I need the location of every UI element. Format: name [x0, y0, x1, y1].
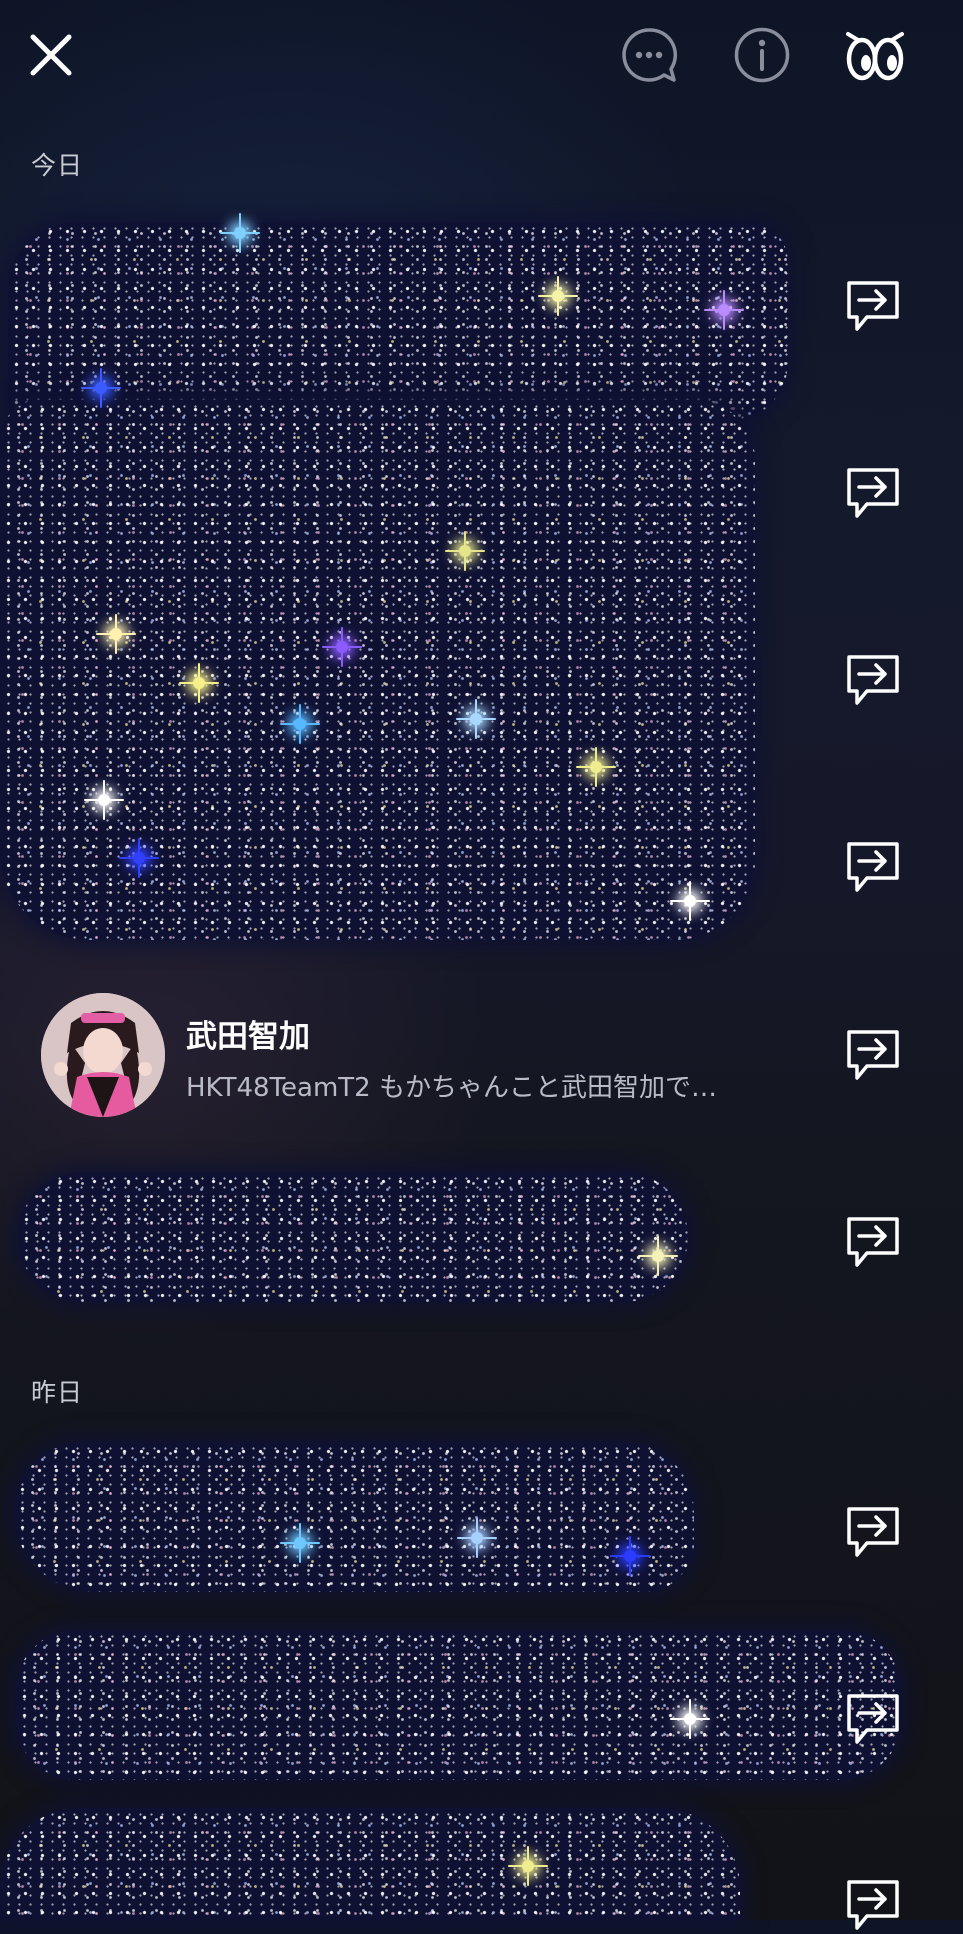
- sparkle-decoration: [543, 281, 573, 311]
- sparkle-decoration: [461, 704, 491, 734]
- sparkle-decoration: [184, 668, 214, 698]
- sparkle-decoration: [581, 752, 611, 782]
- section-label-today: 今日: [31, 151, 84, 180]
- share-forward-icon[interactable]: [845, 840, 901, 896]
- sparkle-decoration: [101, 619, 131, 649]
- sparkle-decoration: [513, 1851, 543, 1881]
- share-forward-icon[interactable]: [845, 466, 901, 522]
- sparkle-decoration: [86, 373, 116, 403]
- chat-bubble-icon[interactable]: [620, 26, 678, 84]
- sparkle-decoration: [124, 843, 154, 873]
- censored-chat-area: [8, 222, 788, 422]
- censored-chat-area: [18, 1172, 688, 1302]
- avatar: [41, 993, 165, 1117]
- sparkle-decoration: [327, 632, 357, 662]
- censored-chat-area: [0, 400, 755, 940]
- sparkle-decoration: [89, 785, 119, 815]
- sparkle-decoration: [675, 1704, 705, 1734]
- chat-name: 武田智加: [186, 1019, 310, 1055]
- censored-chat-area: [0, 1808, 740, 1920]
- share-forward-icon[interactable]: [845, 1028, 901, 1084]
- sparkle-decoration: [615, 1541, 645, 1571]
- top-bar: [0, 0, 963, 110]
- share-forward-icon[interactable]: [845, 1878, 901, 1934]
- sparkle-decoration: [462, 1523, 492, 1553]
- chat-list-item[interactable]: 武田智加 HKT48TeamT2 もかちゃんこと武田智加で…: [0, 985, 963, 1125]
- close-icon[interactable]: [28, 32, 74, 78]
- section-label-yesterday: 昨日: [31, 1378, 84, 1407]
- sparkle-decoration: [285, 1528, 315, 1558]
- sparkle-decoration: [225, 218, 255, 248]
- chat-preview-text: HKT48TeamT2 もかちゃんこと武田智加で…: [186, 1073, 717, 1103]
- censored-chat-area: [16, 1630, 901, 1780]
- sparkle-decoration: [709, 295, 739, 325]
- sparkle-decoration: [643, 1241, 673, 1271]
- sparkle-decoration: [285, 709, 315, 739]
- eyes-icon[interactable]: [844, 26, 906, 84]
- sparkle-decoration: [675, 886, 705, 916]
- share-forward-icon[interactable]: [845, 1692, 901, 1748]
- share-forward-icon[interactable]: [845, 653, 901, 709]
- share-forward-icon[interactable]: [845, 279, 901, 335]
- share-forward-icon[interactable]: [845, 1505, 901, 1561]
- share-forward-icon[interactable]: [845, 1215, 901, 1271]
- info-icon[interactable]: [733, 26, 791, 84]
- censored-chat-area: [14, 1442, 694, 1592]
- sparkle-decoration: [450, 536, 480, 566]
